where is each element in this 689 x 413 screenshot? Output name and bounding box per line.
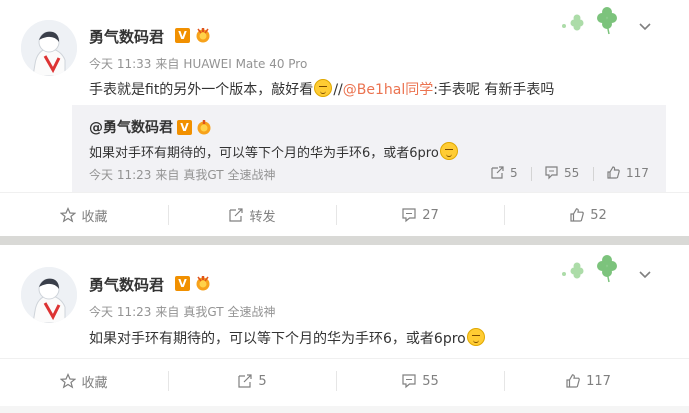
- repost-meta: 今天 11:23 来自 真我GT 全速战神: [89, 166, 279, 183]
- star-icon: [60, 207, 77, 223]
- comment-count: 27: [422, 207, 439, 223]
- source-prefix: 来自: [155, 168, 180, 182]
- like-button[interactable]: 52: [504, 193, 672, 237]
- share-icon: [238, 374, 252, 388]
- post-text-main: 如果对手环有期待的，可以等下个月的华为手环6，或者6pro: [89, 331, 466, 347]
- repost-label: 转发: [249, 209, 276, 225]
- medal-icon: [196, 276, 210, 291]
- source-prefix: 来自: [155, 57, 180, 71]
- post-text: 如果对手环有期待的，可以等下个月的华为手环6，或者6pro: [89, 328, 486, 348]
- comment-icon: [402, 374, 416, 389]
- comment-icon: [545, 166, 558, 180]
- comment-button[interactable]: 27: [336, 193, 504, 237]
- repost-share-button[interactable]: 5: [490, 165, 518, 180]
- favorite-label: 收藏: [81, 209, 108, 225]
- repost-comment-count: 55: [564, 165, 580, 180]
- divider: [531, 167, 532, 181]
- v-badge-icon: V: [175, 276, 190, 291]
- avatar-icon: [21, 20, 77, 76]
- repost-button[interactable]: 5: [168, 359, 336, 403]
- avatar[interactable]: [21, 20, 77, 76]
- repost-box[interactable]: @勇气数码君 V 如果对手环有期待的，可以等下个月的华为手环6，或者6pro 今…: [72, 105, 666, 192]
- like-count: 117: [586, 373, 611, 389]
- repost-share-count: 5: [510, 165, 518, 180]
- post-text-main: 手表就是fit的另外一个版本，敲好看: [89, 82, 314, 98]
- bottom-separator: [0, 406, 689, 413]
- repost-like-button[interactable]: 117: [606, 165, 649, 180]
- post-meta: 今天 11:33 来自 HUAWEI Mate 40 Pro: [89, 55, 311, 72]
- avatar-icon: [21, 267, 77, 323]
- comment-count: 55: [422, 373, 439, 389]
- favorite-label: 收藏: [81, 375, 108, 391]
- repost-source[interactable]: 真我GT 全速战神: [183, 168, 275, 182]
- username[interactable]: 勇气数码君: [89, 26, 164, 47]
- clover-decoration-icon: [562, 255, 617, 283]
- post-card-2: 勇气数码君 V 今天 11:23 来自 真我GT 全速战神 如果对手环有期待的，可以…: [0, 245, 689, 413]
- comment-icon: [402, 208, 416, 223]
- star-icon: [60, 373, 77, 389]
- like-button[interactable]: 117: [504, 359, 672, 403]
- repost-text-content: 如果对手环有期待的，可以等下个月的华为手环6，或者6pro: [89, 146, 439, 161]
- post-time[interactable]: 今天 11:33: [89, 57, 151, 71]
- emoji-icon: [439, 142, 458, 160]
- divider: [593, 167, 594, 181]
- favorite-button[interactable]: 收藏: [0, 193, 168, 237]
- chevron-down-icon[interactable]: [638, 20, 652, 34]
- emoji-icon: [466, 328, 485, 346]
- repost-button[interactable]: 转发: [168, 193, 336, 237]
- source-prefix: 来自: [155, 305, 180, 319]
- post-source[interactable]: 真我GT 全速战神: [183, 305, 275, 319]
- medal-icon: [197, 119, 211, 134]
- v-badge-icon: V: [175, 28, 190, 43]
- post-text-after: :手表呢 有新手表吗: [433, 82, 555, 98]
- comment-button[interactable]: 55: [336, 359, 504, 403]
- action-bar: 收藏 转发 27 52: [0, 192, 689, 236]
- like-count: 52: [590, 207, 607, 223]
- repost-author[interactable]: @勇气数码君: [89, 117, 173, 137]
- favorite-button[interactable]: 收藏: [0, 359, 168, 403]
- thumbs-up-icon: [570, 208, 585, 222]
- repost-slashes: //: [333, 82, 343, 98]
- repost-comment-button[interactable]: 55: [544, 165, 579, 180]
- share-icon: [491, 166, 504, 179]
- post-source[interactable]: HUAWEI Mate 40 Pro: [183, 57, 307, 71]
- mention-link[interactable]: @Be1hal同学: [343, 82, 433, 98]
- repost-like-count: 117: [626, 165, 649, 180]
- medal-icon: [196, 28, 210, 43]
- post-meta: 今天 11:23 来自 真我GT 全速战神: [89, 303, 279, 320]
- repost-author-row: @勇气数码君 V: [89, 117, 213, 137]
- share-icon: [229, 208, 244, 222]
- post-card-1: 勇气数码君 V 今天 11:33 来自 HUAWEI Mate 40 Pro 手表就…: [0, 0, 689, 236]
- action-bar: 收藏 5 55 117: [0, 358, 689, 402]
- repost-time[interactable]: 今天 11:23: [89, 168, 151, 182]
- thumbs-up-icon: [607, 166, 620, 179]
- repost-text: 如果对手环有期待的，可以等下个月的华为手环6，或者6pro: [89, 142, 459, 161]
- card-separator: [0, 236, 689, 245]
- thumbs-up-icon: [566, 374, 580, 388]
- chevron-down-icon[interactable]: [638, 268, 652, 282]
- avatar[interactable]: [21, 267, 77, 323]
- post-text: 手表就是fit的另外一个版本，敲好看 //@Be1hal同学:手表呢 有新手表吗: [89, 79, 554, 99]
- repost-count: 5: [258, 373, 267, 389]
- username[interactable]: 勇气数码君: [89, 274, 164, 295]
- post-time[interactable]: 今天 11:23: [89, 305, 151, 319]
- emoji-icon: [314, 79, 333, 97]
- v-badge-icon: V: [177, 119, 192, 135]
- clover-decoration-icon: [562, 7, 617, 35]
